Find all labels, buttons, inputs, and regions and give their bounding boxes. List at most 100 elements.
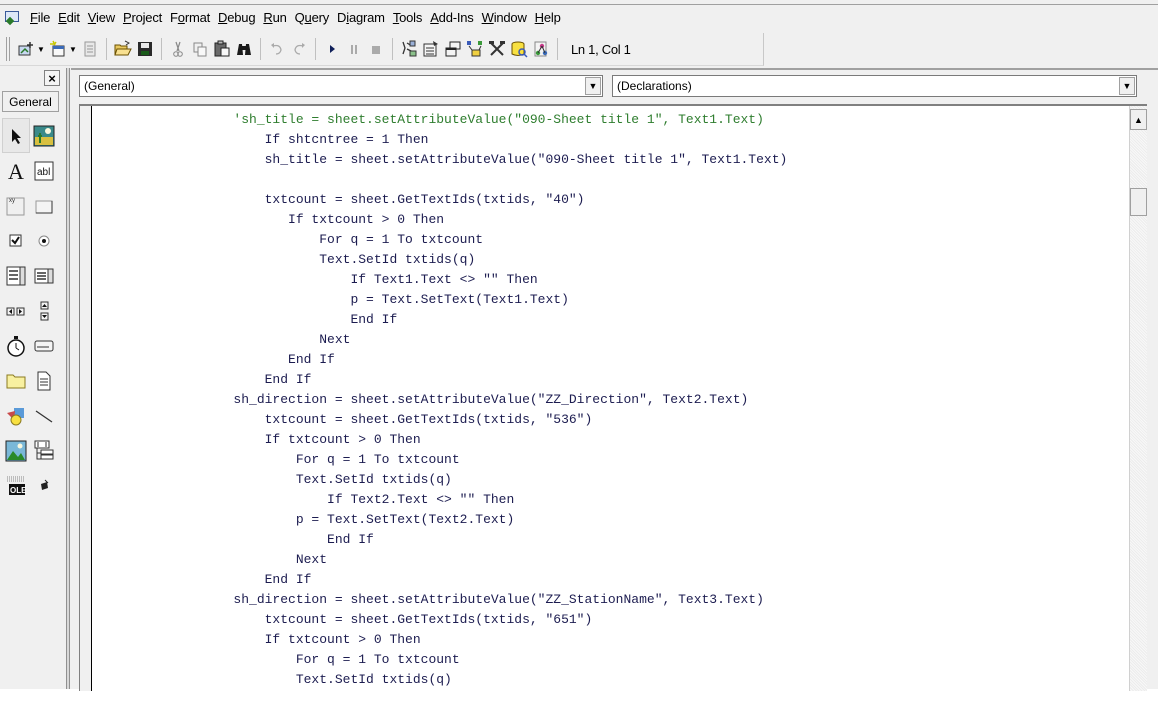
object-browser-button[interactable]: [465, 38, 485, 60]
tool-optionbutton[interactable]: [30, 223, 58, 258]
tool-image[interactable]: [2, 433, 30, 468]
code-line[interactable]: End If: [93, 370, 1127, 390]
tool-picturebox[interactable]: [30, 118, 58, 153]
code-line[interactable]: If Text1.Text <> "" Then: [93, 270, 1127, 290]
code-line[interactable]: For q = 1 To txtcount: [93, 450, 1127, 470]
undo-button[interactable]: [267, 38, 287, 60]
procedure-dropdown[interactable]: (Declarations) ▼: [612, 75, 1137, 97]
menu-window[interactable]: Window: [478, 10, 531, 25]
code-line[interactable]: Text.SetId txtids(q): [93, 250, 1127, 270]
code-line[interactable]: End If: [93, 350, 1127, 370]
menu-file[interactable]: File: [26, 10, 54, 25]
object-dropdown-button[interactable]: ▼: [585, 77, 601, 95]
code-line[interactable]: If txtcount > 0 Then: [93, 430, 1127, 450]
scroll-up-button[interactable]: ▲: [1130, 109, 1147, 130]
code-line[interactable]: sh_direction = sheet.setAttributeValue("…: [93, 390, 1127, 410]
open-project-button[interactable]: [113, 38, 133, 60]
code-line[interactable]: p = Text.SetText(Text2.Text): [93, 510, 1127, 530]
menu-editor-button[interactable]: [80, 38, 100, 60]
code-line[interactable]: txtcount = sheet.GetTextIds(txtids, "536…: [93, 410, 1127, 430]
tool-textbox[interactable]: abl: [30, 153, 58, 188]
tool-frame[interactable]: xy: [2, 188, 30, 223]
tool-ole[interactable]: OLE: [2, 468, 30, 503]
tool-dirlistbox[interactable]: [2, 363, 30, 398]
code-line[interactable]: For q = 1 To txtcount: [93, 650, 1127, 670]
tool-shape[interactable]: [2, 398, 30, 433]
toolbox-close-button[interactable]: ×: [44, 70, 60, 86]
code-line[interactable]: If shtcntree = 1 Then: [93, 130, 1127, 150]
tool-listbox[interactable]: [30, 258, 58, 293]
menu-debug[interactable]: Debug: [214, 10, 259, 25]
menu-diagram[interactable]: Diagram: [333, 10, 389, 25]
menu-project[interactable]: Project: [119, 10, 166, 25]
tool-commandbutton[interactable]: [30, 188, 58, 223]
paste-button[interactable]: [212, 38, 232, 60]
cut-button[interactable]: [168, 38, 188, 60]
tool-hscrollbar[interactable]: [2, 293, 30, 328]
form-layout-button[interactable]: [443, 38, 463, 60]
menu-query[interactable]: Query: [291, 10, 333, 25]
code-line[interactable]: If Text2.Text <> "" Then: [93, 490, 1127, 510]
data-view-button[interactable]: [509, 38, 529, 60]
add-form-button[interactable]: [48, 38, 68, 60]
redo-button[interactable]: [289, 38, 309, 60]
toolbox-tab-general[interactable]: General: [2, 91, 59, 112]
code-line[interactable]: txtcount = sheet.GetTextIds(txtids, "651…: [93, 610, 1127, 630]
tool-extra-control[interactable]: [30, 468, 58, 503]
add-project-button[interactable]: [16, 38, 36, 60]
toolbar-grip[interactable]: [6, 37, 10, 61]
start-button[interactable]: [322, 38, 342, 60]
tool-filelistbox[interactable]: [30, 363, 58, 398]
breakpoint-margin[interactable]: [80, 106, 92, 691]
code-line[interactable]: [93, 170, 1127, 190]
menu-run[interactable]: Run: [259, 10, 290, 25]
tool-combobox[interactable]: [2, 258, 30, 293]
toolbox-splitter[interactable]: [66, 68, 70, 689]
add-form-dropdown[interactable]: ▼: [69, 45, 77, 54]
code-text[interactable]: 'sh_title = sheet.setAttributeValue("090…: [93, 110, 1127, 690]
object-dropdown[interactable]: (General) ▼: [79, 75, 603, 97]
tool-drivelistbox[interactable]: [30, 328, 58, 363]
menu-format[interactable]: Format: [166, 10, 214, 25]
menu-help[interactable]: Help: [531, 10, 565, 25]
code-comment-line[interactable]: 'sh_title = sheet.setAttributeValue("090…: [93, 110, 1127, 130]
code-line[interactable]: For q = 1 To txtcount: [93, 230, 1127, 250]
save-project-button[interactable]: [135, 38, 155, 60]
code-line[interactable]: End If: [93, 310, 1127, 330]
code-line[interactable]: Next: [93, 330, 1127, 350]
tool-data[interactable]: [30, 433, 58, 468]
code-line[interactable]: End If: [93, 570, 1127, 590]
code-line[interactable]: If txtcount > 0 Then: [93, 630, 1127, 650]
tool-label[interactable]: A: [2, 153, 30, 188]
code-line[interactable]: Next: [93, 550, 1127, 570]
properties-window-button[interactable]: [421, 38, 441, 60]
break-button[interactable]: [344, 38, 364, 60]
code-line[interactable]: sh_direction = sheet.setAttributeValue("…: [93, 590, 1127, 610]
add-project-dropdown[interactable]: ▼: [37, 45, 45, 54]
project-explorer-button[interactable]: [399, 38, 419, 60]
menu-add-ins[interactable]: Add-Ins: [426, 10, 477, 25]
menu-tools[interactable]: Tools: [389, 10, 426, 25]
component-manager-button[interactable]: [531, 38, 551, 60]
code-line[interactable]: End If: [93, 530, 1127, 550]
toolbox-button[interactable]: [487, 38, 507, 60]
code-line[interactable]: If txtcount > 0 Then: [93, 210, 1127, 230]
procedure-dropdown-button[interactable]: ▼: [1119, 77, 1135, 95]
vertical-scrollbar[interactable]: ▲: [1129, 106, 1147, 691]
code-line[interactable]: sh_title = sheet.setAttributeValue("090-…: [93, 150, 1127, 170]
code-line[interactable]: p = Text.SetText(Text1.Text): [93, 290, 1127, 310]
scroll-thumb[interactable]: [1130, 188, 1147, 216]
code-line[interactable]: Text.SetId txtids(q): [93, 670, 1127, 690]
find-button[interactable]: [234, 38, 254, 60]
code-line[interactable]: Text.SetId txtids(q): [93, 470, 1127, 490]
tool-line[interactable]: [30, 398, 58, 433]
code-editor[interactable]: 'sh_title = sheet.setAttributeValue("090…: [79, 104, 1147, 691]
tool-timer[interactable]: [2, 328, 30, 363]
end-button[interactable]: [366, 38, 386, 60]
tool-checkbox[interactable]: [2, 223, 30, 258]
menu-view[interactable]: View: [84, 10, 119, 25]
copy-button[interactable]: [190, 38, 210, 60]
menu-edit[interactable]: Edit: [54, 10, 84, 25]
tool-vscrollbar[interactable]: [30, 293, 58, 328]
tool-pointer[interactable]: [2, 118, 30, 153]
